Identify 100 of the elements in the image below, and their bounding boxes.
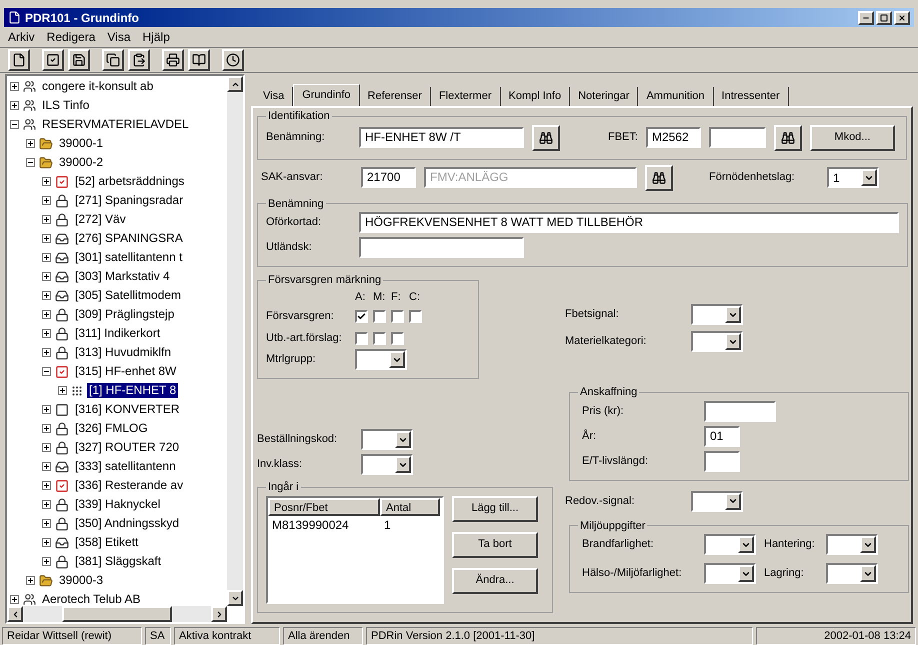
expand-toggle[interactable] [10, 82, 19, 91]
expand-toggle[interactable] [26, 576, 35, 585]
expand-toggle[interactable] [42, 291, 51, 300]
checkbox[interactable] [391, 310, 404, 322]
text-field[interactable] [704, 400, 776, 422]
dropdown[interactable] [704, 563, 756, 584]
dropdown[interactable] [355, 349, 407, 370]
tree-item[interactable]: [313] Huvudmiklfn [73, 345, 174, 360]
button[interactable]: Ta bort [452, 532, 538, 558]
tree-item[interactable]: 39000-1 [57, 136, 106, 151]
expand-toggle[interactable] [26, 158, 35, 167]
close-button[interactable] [894, 10, 910, 24]
expand-toggle[interactable] [42, 462, 51, 471]
expand-toggle[interactable] [42, 196, 51, 205]
dropdown[interactable] [361, 429, 413, 450]
tree-item[interactable]: Aerotech Telub AB [40, 592, 143, 606]
expand-toggle[interactable] [42, 405, 51, 414]
paste-button[interactable] [128, 49, 150, 71]
tree-item[interactable]: 39000-2 [57, 155, 106, 170]
text-field[interactable] [704, 450, 740, 472]
vertical-scrollbar[interactable] [227, 76, 243, 606]
checkbox[interactable] [409, 310, 422, 322]
expand-toggle[interactable] [42, 367, 51, 376]
printer-button[interactable] [162, 49, 184, 71]
tree-item[interactable]: [311] Indikerkort [73, 326, 162, 341]
tree-item[interactable]: [327] ROUTER 720 [73, 440, 182, 455]
menu-item[interactable]: Visa [107, 28, 131, 46]
dropdown[interactable] [691, 490, 743, 512]
button[interactable]: Lägg till... [452, 496, 538, 522]
expand-toggle[interactable] [42, 348, 51, 357]
search-button[interactable] [532, 124, 560, 150]
dropdown[interactable] [826, 534, 878, 555]
tree-item[interactable]: [315] HF-enhet 8W [73, 364, 178, 379]
tree-item[interactable]: RESERVMATERIELAVDEL [40, 117, 191, 132]
expand-toggle[interactable] [42, 424, 51, 433]
tab[interactable]: Noteringar [570, 87, 638, 106]
tab[interactable]: Referenser [360, 87, 431, 106]
expand-toggle[interactable] [42, 310, 51, 319]
menu-item[interactable]: Arkiv [8, 28, 35, 46]
tree-item[interactable]: [272] Väv [73, 212, 128, 227]
text-field[interactable]: 01 [704, 426, 740, 446]
expand-toggle[interactable] [42, 177, 51, 186]
expand-toggle[interactable] [42, 272, 51, 281]
tree-item[interactable]: [276] SPANINGSRA [73, 231, 185, 246]
dropdown[interactable] [691, 331, 743, 352]
expand-toggle[interactable] [42, 253, 51, 262]
dropdown[interactable] [704, 534, 756, 555]
tree-item[interactable]: congere it-konsult ab [40, 79, 156, 94]
expand-toggle[interactable] [42, 215, 51, 224]
button[interactable]: Mkod... [810, 124, 895, 150]
expand-toggle[interactable] [26, 139, 35, 148]
tree-item[interactable]: [336] Resterande av [73, 478, 186, 493]
expand-toggle[interactable] [58, 386, 67, 395]
checkbox[interactable] [355, 332, 368, 344]
text-field[interactable]: M2562 [646, 127, 701, 148]
tree-item[interactable]: [301] satellitantenn t [73, 250, 184, 265]
tree-item[interactable]: [305] Satellitmodem [73, 288, 184, 303]
expand-toggle[interactable] [10, 595, 19, 604]
tab[interactable]: Kompl Info [500, 87, 570, 106]
column-header[interactable]: Posnr/Fbet [268, 498, 380, 516]
copy-button[interactable] [102, 49, 124, 71]
dropdown[interactable]: 1 [827, 167, 879, 188]
tree-item[interactable]: [350] Andningsskyd [73, 516, 182, 531]
column-header[interactable]: Antal [380, 498, 440, 516]
expand-toggle[interactable] [42, 329, 51, 338]
menu-item[interactable]: Hjälp [142, 28, 170, 46]
tree-item[interactable]: [326] FMLOG [73, 421, 150, 436]
checkbox-button[interactable] [42, 49, 64, 71]
search-button[interactable] [774, 124, 802, 150]
expand-toggle[interactable] [42, 443, 51, 452]
tree-item[interactable]: 39000-3 [57, 573, 106, 588]
checkbox[interactable] [373, 310, 386, 322]
tree-item[interactable]: [1] HF-ENHET 8 [87, 383, 178, 398]
document-button[interactable] [8, 49, 30, 71]
tree-item[interactable]: [339] Haknyckel [73, 497, 162, 512]
tree-item[interactable]: [309] Präglingstejp [73, 307, 176, 322]
tree-item[interactable]: [358] Etikett [73, 535, 140, 550]
text-field[interactable]: HÖGFREKVENSENHET 8 WATT MED TILLBEHÖR [359, 212, 899, 233]
dropdown[interactable] [361, 454, 413, 475]
maximize-button[interactable] [876, 10, 892, 24]
text-field[interactable]: HF-ENHET 8W /T [359, 127, 524, 148]
dropdown[interactable] [826, 563, 878, 584]
checkbox[interactable] [373, 332, 386, 344]
expand-toggle[interactable] [42, 519, 51, 528]
search-button[interactable] [645, 164, 673, 190]
checkbox[interactable] [391, 332, 404, 344]
tree-item[interactable]: [303] Markstativ 4 [73, 269, 172, 284]
clock-button[interactable] [222, 49, 244, 71]
tab[interactable]: Grundinfo [293, 84, 360, 106]
minimize-button[interactable] [858, 10, 874, 24]
text-field[interactable] [708, 127, 766, 148]
tree-item[interactable]: [271] Spaningsradar [73, 193, 186, 208]
horizontal-scrollbar[interactable] [7, 606, 227, 622]
tab[interactable]: Intressenter [714, 87, 789, 106]
tree-item[interactable]: [381] Släggskaft [73, 554, 164, 569]
tree-item[interactable]: [52] arbetsräddnings [73, 174, 186, 189]
checkbox[interactable] [355, 310, 368, 322]
book-button[interactable] [188, 49, 210, 71]
expand-toggle[interactable] [42, 234, 51, 243]
expand-toggle[interactable] [42, 557, 51, 566]
